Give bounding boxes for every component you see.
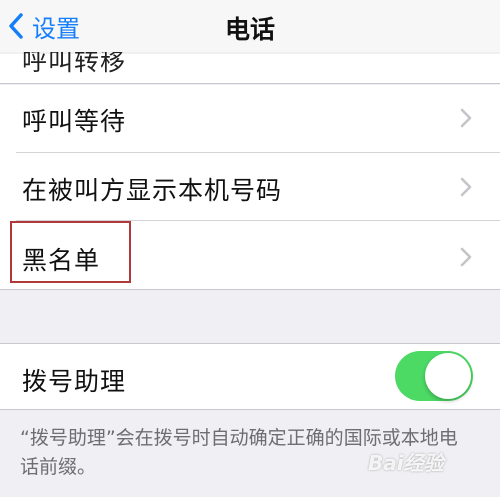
dial-assist-label: 拨号助理 [22,367,127,396]
show-caller-id-row[interactable]: 在被叫方显示本机号码 [0,153,500,220]
chevron-right-icon [458,245,474,269]
chevron-right-icon [458,175,474,199]
dial-assist-toggle[interactable] [395,351,473,401]
call-waiting-label: 呼叫等待 [22,107,127,136]
chevron-right-icon [458,106,474,130]
navbar-divider [0,52,500,54]
baidu-watermark-logo: Bai经验 [368,451,444,475]
toggle-knob [425,353,471,399]
navigation-bar: 设置 电话 [0,0,500,52]
page-title: 电话 [224,15,275,44]
highlight-box [10,221,131,283]
show-caller-id-label: 在被叫方显示本机号码 [22,176,283,205]
call-waiting-row[interactable]: 呼叫等待 [0,85,500,152]
